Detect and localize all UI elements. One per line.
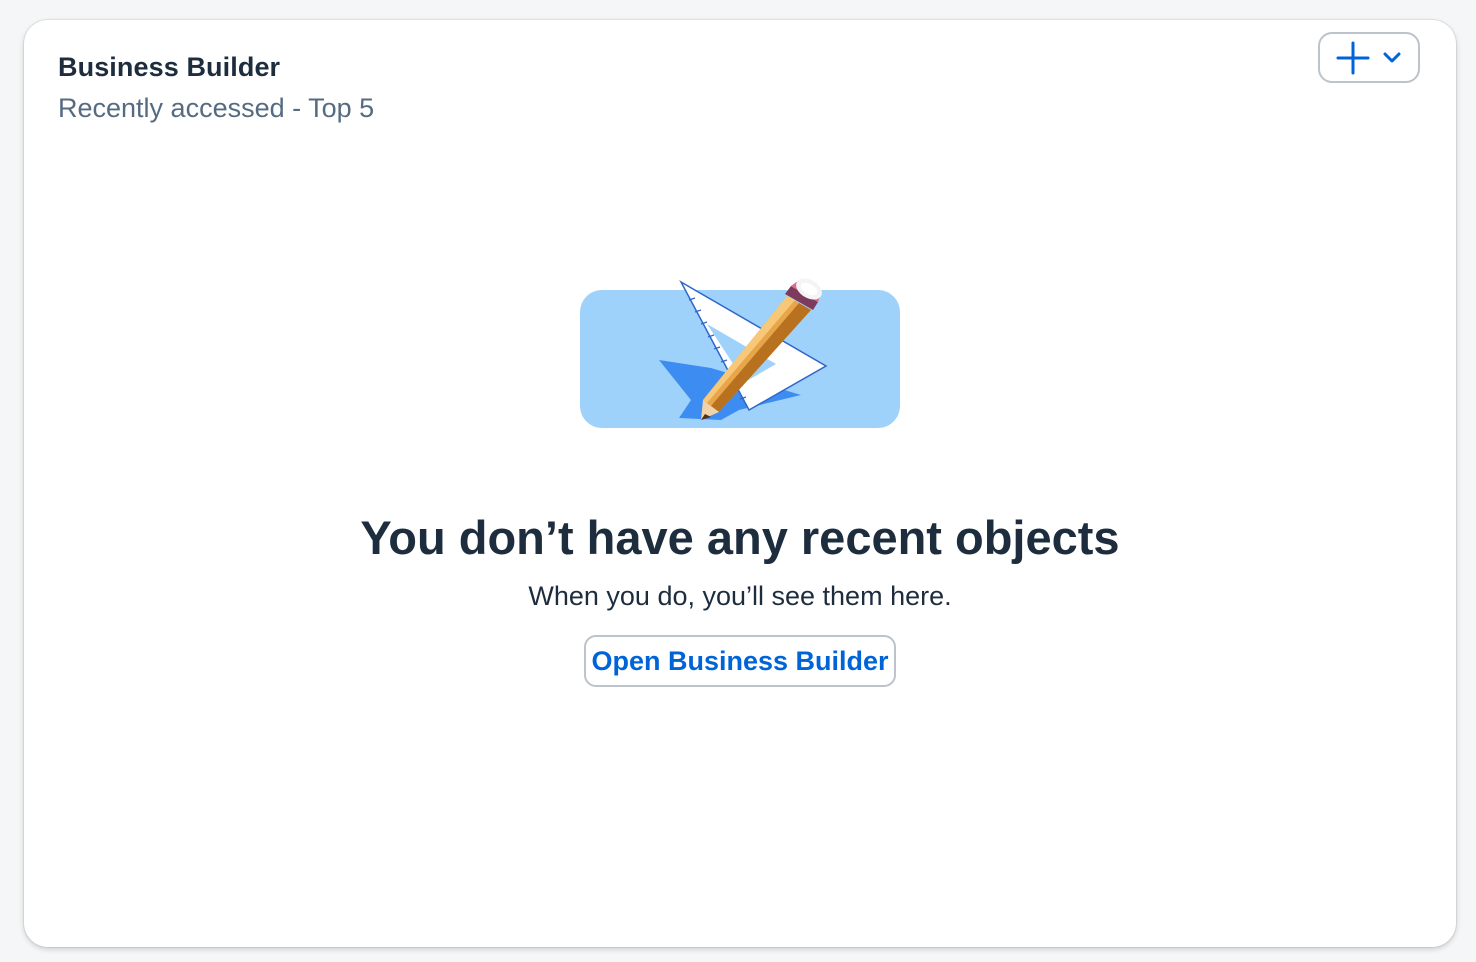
empty-state-title: You don’t have any recent objects [360, 511, 1120, 564]
card-title: Business Builder [58, 52, 281, 82]
business-builder-card: Business Builder Recently accessed - Top… [24, 20, 1456, 947]
chevron-down-icon [1382, 51, 1402, 65]
plus-icon [1336, 41, 1370, 75]
empty-state-description: When you do, you’ll see them here. [528, 581, 952, 611]
pencil-and-ruler-illustration [571, 260, 911, 440]
add-menu-button[interactable] [1318, 32, 1420, 83]
card-subtitle: Recently accessed - Top 5 [58, 93, 375, 123]
open-business-builder-button[interactable]: Open Business Builder [584, 635, 896, 687]
